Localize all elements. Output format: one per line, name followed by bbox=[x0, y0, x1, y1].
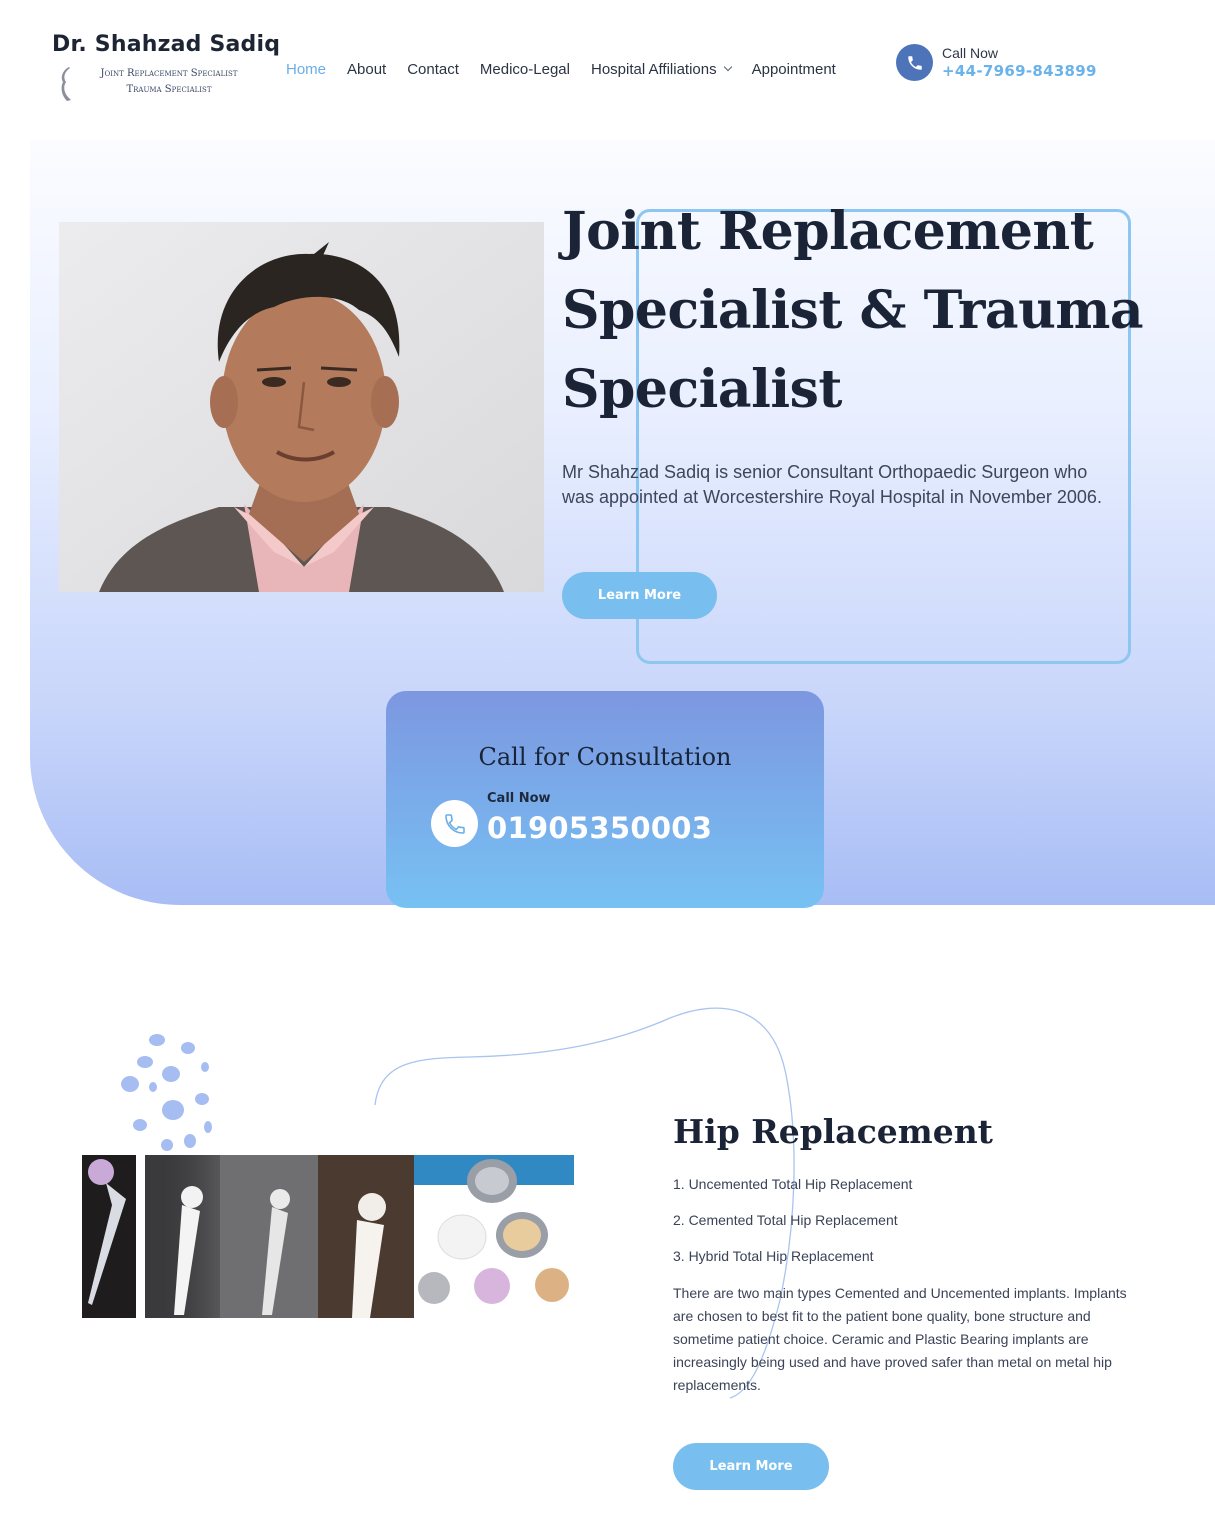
phone-icon bbox=[896, 44, 933, 81]
hip-replacement-list: 1. Uncemented Total Hip Replacement 2. C… bbox=[673, 1174, 912, 1282]
consultation-title: Call for Consultation bbox=[478, 743, 732, 771]
list-item: 3. Hybrid Total Hip Replacement bbox=[673, 1248, 874, 1264]
hip-replacement-description: There are two main types Cemented and Un… bbox=[673, 1285, 1127, 1393]
nav-item-appointment[interactable]: Appointment bbox=[752, 61, 836, 78]
brand-name: Dr. Shahzad Sadiq bbox=[52, 32, 281, 57]
site-header: Dr. Shahzad Sadiq Joint Replacement Spec… bbox=[0, 0, 1215, 130]
nav-item-medico-legal[interactable]: Medico-Legal bbox=[480, 61, 570, 78]
nav-item-about[interactable]: About bbox=[347, 61, 386, 78]
brand-logo-link[interactable]: Dr. Shahzad Sadiq Joint Replacement Spec… bbox=[52, 32, 282, 101]
nav-item-contact[interactable]: Contact bbox=[407, 61, 459, 78]
chevron-down-icon bbox=[723, 62, 732, 72]
header-call-now[interactable]: Call Now +44-7969-843899 bbox=[896, 44, 1097, 81]
main-nav: Home About Contact Medico-Legal Hospital… bbox=[286, 58, 857, 80]
list-item: 2. Cemented Total Hip Replacement bbox=[673, 1212, 898, 1228]
consultation-phone-number[interactable]: 01905350003 bbox=[487, 811, 712, 845]
header-call-text: Call Now +44-7969-843899 bbox=[942, 45, 1097, 81]
header-call-number[interactable]: +44-7969-843899 bbox=[942, 61, 1097, 81]
hero-learn-more-button[interactable]: Learn More bbox=[562, 572, 717, 619]
nav-item-home[interactable]: Home bbox=[286, 61, 326, 78]
hip-learn-more-button[interactable]: Learn More bbox=[673, 1443, 829, 1490]
doctor-portrait-image bbox=[59, 222, 544, 592]
brand-tagline-line1: Joint Replacement Specialist bbox=[100, 68, 238, 79]
hip-implants-image bbox=[82, 1155, 574, 1318]
hero-title: Joint Replacement Specialist & Trauma Sp… bbox=[562, 201, 1144, 420]
consultation-card: Call for Consultation Call Now 019053500… bbox=[386, 691, 824, 908]
header-call-label: Call Now bbox=[942, 44, 999, 61]
list-item: 1. Uncemented Total Hip Replacement bbox=[673, 1176, 913, 1192]
nav-item-hospital-affiliations-label: Hospital Affiliations bbox=[590, 60, 717, 78]
brand-tagline: Joint Replacement Specialist Trauma Spec… bbox=[74, 66, 264, 98]
hero-description: Mr Shahzad Sadiq is senior Consultant Or… bbox=[562, 462, 1102, 507]
brand-tagline-line2: Trauma Specialist bbox=[126, 84, 212, 95]
phone-icon bbox=[431, 800, 478, 847]
nav-item-hospital-affiliations[interactable]: Hospital Affiliations bbox=[590, 60, 732, 78]
consultation-call-label: Call Now bbox=[487, 791, 551, 806]
decorative-dots bbox=[121, 1034, 212, 1151]
hip-replacement-title: Hip Replacement bbox=[673, 1112, 993, 1151]
